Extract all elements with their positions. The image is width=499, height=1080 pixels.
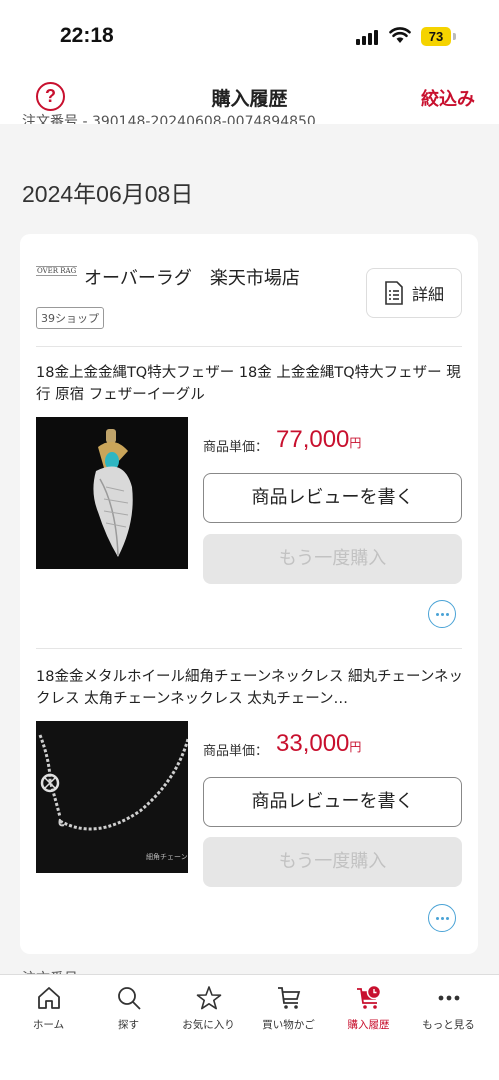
tab-label: 購入履歴: [347, 1019, 390, 1031]
tab-search[interactable]: 探す: [87, 985, 170, 1032]
signal-icon: [356, 30, 378, 45]
more-options-icon[interactable]: [428, 600, 456, 628]
order-card: OVER RAG オーバーラグ 楽天市場店 39ショップ 詳細 18金上金金縄T…: [20, 234, 478, 954]
tab-purchase-history[interactable]: 購入履歴: [327, 985, 410, 1032]
tab-label: 探す: [118, 1019, 139, 1031]
price-value: 33,000: [276, 730, 350, 757]
more-options-icon[interactable]: [428, 904, 456, 932]
tab-more[interactable]: もっと見る: [407, 985, 490, 1032]
bottom-tab-bar: ホーム 探す お気に入り 買い物かご 購入履歴 もっと見る: [0, 974, 499, 1080]
item-price: 33,000円: [276, 730, 361, 758]
divider: [36, 648, 462, 649]
write-review-button[interactable]: 商品レビューを書く: [203, 473, 462, 523]
yen-unit: 円: [349, 436, 362, 450]
product-image-feather[interactable]: [36, 417, 188, 569]
detail-label: 詳細: [411, 285, 444, 304]
shop-logo: OVER RAG: [36, 266, 78, 276]
price-label: 商品単価：: [203, 744, 269, 759]
header-divider: [0, 124, 499, 128]
battery-icon: 73: [421, 27, 451, 46]
write-review-button[interactable]: 商品レビューを書く: [203, 777, 462, 827]
item-price: 77,000円: [276, 426, 361, 454]
price-label: 商品単価：: [203, 440, 269, 455]
yen-unit: 円: [349, 740, 362, 754]
detail-button[interactable]: 詳細: [366, 268, 462, 318]
document-icon: [385, 281, 403, 305]
tab-label: 買い物かご: [262, 1019, 315, 1031]
status-bar: 22:18 73: [0, 0, 499, 70]
purchase-history-icon: [356, 985, 381, 1009]
cart-icon: [277, 987, 300, 1009]
tab-label: ホーム: [32, 1019, 65, 1031]
price-value: 77,000: [276, 426, 350, 453]
wifi-icon: [389, 27, 411, 43]
product-name[interactable]: 18金金メタルホイール細角チェーンネックレス 細丸チェーンネックレス 太角チェー…: [36, 666, 464, 710]
star-icon: [196, 986, 221, 1010]
divider: [36, 346, 462, 347]
status-time: 22:18: [60, 24, 114, 47]
tab-label: もっと見る: [422, 1019, 475, 1031]
filter-button[interactable]: 絞込み: [421, 85, 475, 111]
home-icon: [37, 987, 60, 1009]
more-dots-icon: [438, 995, 459, 1001]
order-date: 2024年06月08日: [22, 181, 194, 207]
buy-again-button: もう一度購入: [203, 837, 462, 887]
tab-home[interactable]: ホーム: [7, 985, 90, 1032]
shop-name[interactable]: オーバーラグ 楽天市場店: [84, 264, 300, 290]
shop-badge: 39ショップ: [36, 307, 104, 329]
tab-cart[interactable]: 買い物かご: [247, 985, 330, 1032]
tab-favorites[interactable]: お気に入り: [167, 985, 250, 1032]
product-image-chain[interactable]: 細角チェーン: [36, 721, 188, 873]
product-name[interactable]: 18金上金金縄TQ特大フェザー 18金 上金金縄TQ特大フェザー 現行 原宿 フ…: [36, 362, 464, 406]
battery-nub: [453, 33, 456, 40]
buy-again-button: もう一度購入: [203, 534, 462, 584]
image-caption: 細角チェーン: [146, 852, 188, 861]
search-icon: [117, 987, 141, 1010]
tab-label: お気に入り: [182, 1019, 235, 1031]
